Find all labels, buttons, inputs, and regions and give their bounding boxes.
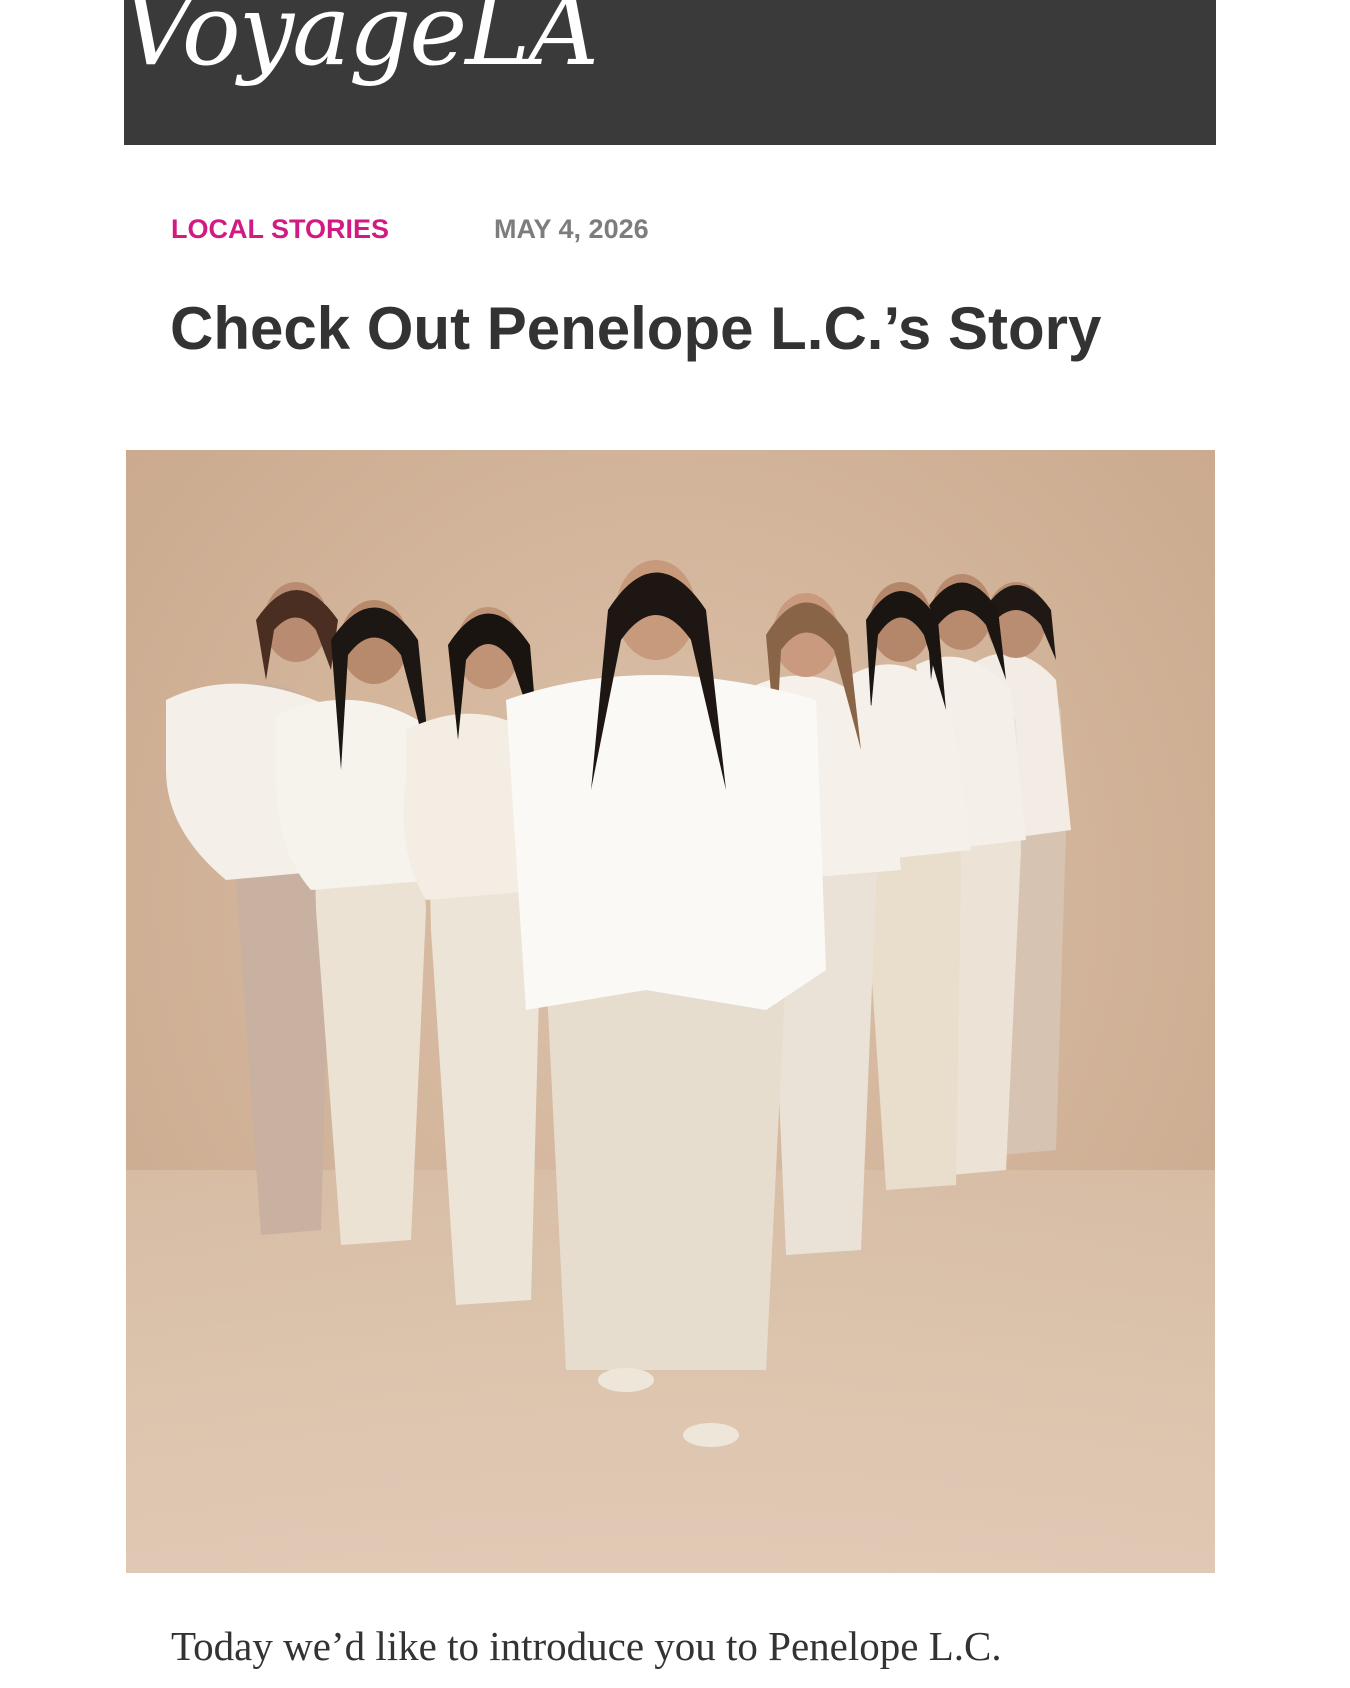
article-intro: Today we’d like to introduce you to Pene… [171,1623,1002,1669]
article-page: VoyageLA LOCAL STORIES MAY 4, 2026 Check… [124,0,1216,1688]
article-title: Check Out Penelope L.C.’s Story [170,295,1102,362]
article-meta: LOCAL STORIES MAY 4, 2026 [171,214,649,245]
publish-date: MAY 4, 2026 [494,214,649,244]
category-link[interactable]: LOCAL STORIES [171,214,389,244]
featured-image [126,450,1215,1573]
site-logo[interactable]: VoyageLA [124,0,599,80]
site-header: VoyageLA [124,0,1216,145]
